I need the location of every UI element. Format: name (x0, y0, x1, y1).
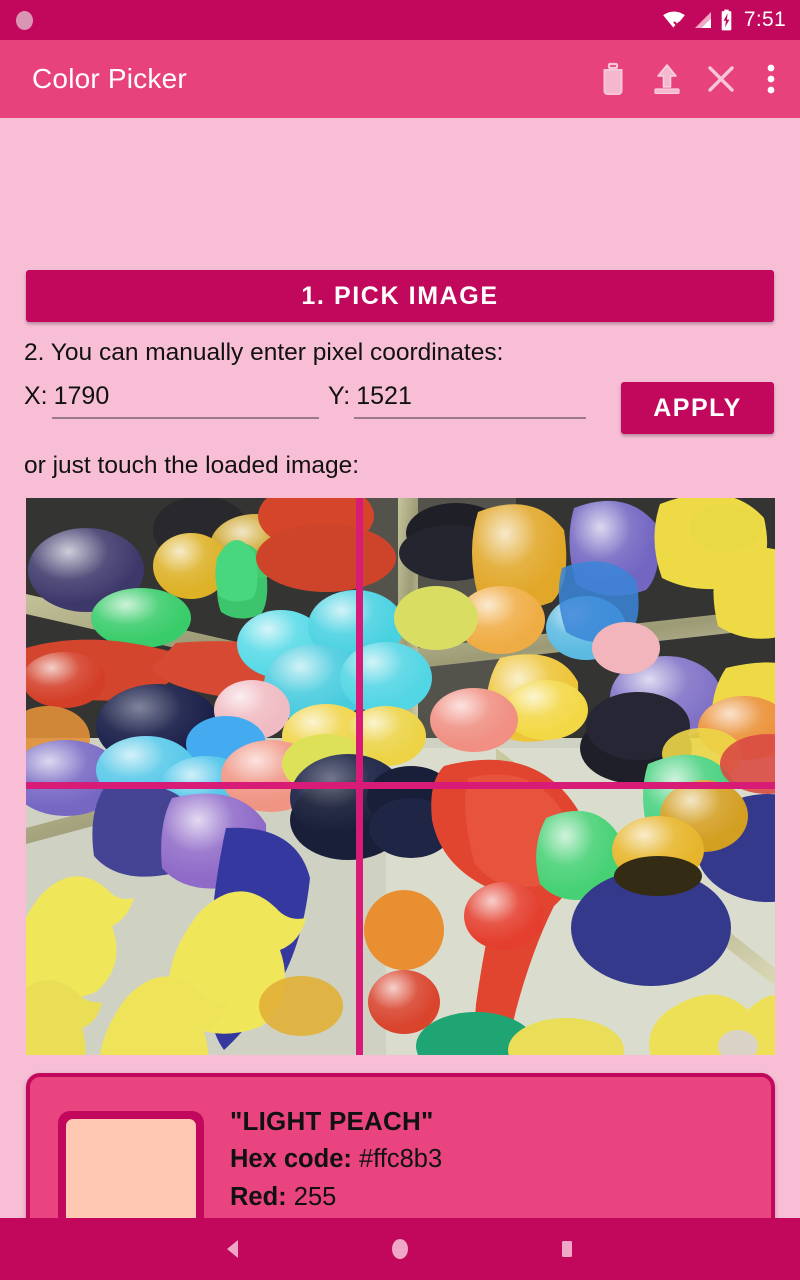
y-label: Y: (328, 382, 351, 410)
color-swatch (66, 1119, 196, 1218)
recents-square-icon (558, 1238, 576, 1260)
hex-code-line: Hex code: #ffc8b3 (230, 1140, 442, 1178)
home-circle-icon (390, 1237, 410, 1261)
loaded-image (26, 498, 775, 1055)
upload-icon (650, 62, 684, 96)
status-bar-left (16, 10, 33, 30)
system-nav-bar (0, 1218, 800, 1280)
status-bar: 7:51 (0, 0, 800, 40)
nav-back-button[interactable] (203, 1226, 263, 1272)
delete-button[interactable] (586, 51, 640, 107)
action-bar-buttons (586, 51, 794, 107)
red-label: Red: (230, 1183, 287, 1211)
notification-dot-icon (16, 10, 33, 30)
battery-charging-icon (720, 9, 733, 31)
status-clock: 7:51 (743, 8, 786, 31)
green-line: Green: 200 (230, 1216, 442, 1218)
color-name: "LIGHT PEACH" (230, 1106, 434, 1136)
action-bar: Color Picker (0, 40, 800, 118)
instruction-manual-entry: 2. You can manually enter pixel coordina… (24, 339, 504, 366)
x-input[interactable] (51, 382, 319, 419)
red-value: 255 (293, 1183, 337, 1211)
x-label: X: (24, 382, 48, 410)
loaded-image-canvas[interactable] (26, 498, 775, 1055)
red-line: Red: 255 (230, 1178, 442, 1216)
crosshair-horizontal-line (26, 782, 775, 790)
instruction-touch-image: or just touch the loaded image: (24, 452, 360, 479)
app-root: 7:51 Color Picker 1. PICK IMAGE 2. You c… (0, 0, 800, 1280)
apply-button[interactable]: APPLY (621, 382, 774, 434)
y-coordinate-field: Y: (328, 382, 586, 419)
nav-home-button[interactable] (370, 1226, 430, 1272)
wifi-off-icon (662, 10, 686, 30)
close-button[interactable] (694, 51, 748, 107)
delete-icon (598, 62, 628, 96)
x-coordinate-field: X: (24, 382, 319, 419)
status-bar-right: 7:51 (662, 8, 786, 32)
color-swatch-frame (58, 1111, 204, 1218)
back-triangle-icon (223, 1238, 243, 1260)
page-title: Color Picker (32, 63, 187, 94)
upload-button[interactable] (640, 51, 694, 107)
overflow-menu-icon (767, 63, 775, 95)
pick-image-button[interactable]: 1. PICK IMAGE (26, 270, 774, 322)
overflow-menu-button[interactable] (748, 51, 794, 107)
color-result-card: "LIGHT PEACH" Hex code: #ffc8b3 Red: 255… (26, 1073, 775, 1218)
main-content: 1. PICK IMAGE 2. You can manually enter … (0, 118, 800, 1218)
color-details: "LIGHT PEACH" Hex code: #ffc8b3 Red: 255… (230, 1102, 442, 1218)
crosshair-vertical-line (355, 498, 363, 1055)
hex-code-value: #ffc8b3 (358, 1145, 443, 1173)
signal-icon (693, 10, 713, 30)
nav-recents-button[interactable] (537, 1226, 597, 1272)
hex-code-label: Hex code: (230, 1145, 352, 1173)
y-input[interactable] (354, 382, 586, 419)
close-icon (704, 62, 738, 96)
